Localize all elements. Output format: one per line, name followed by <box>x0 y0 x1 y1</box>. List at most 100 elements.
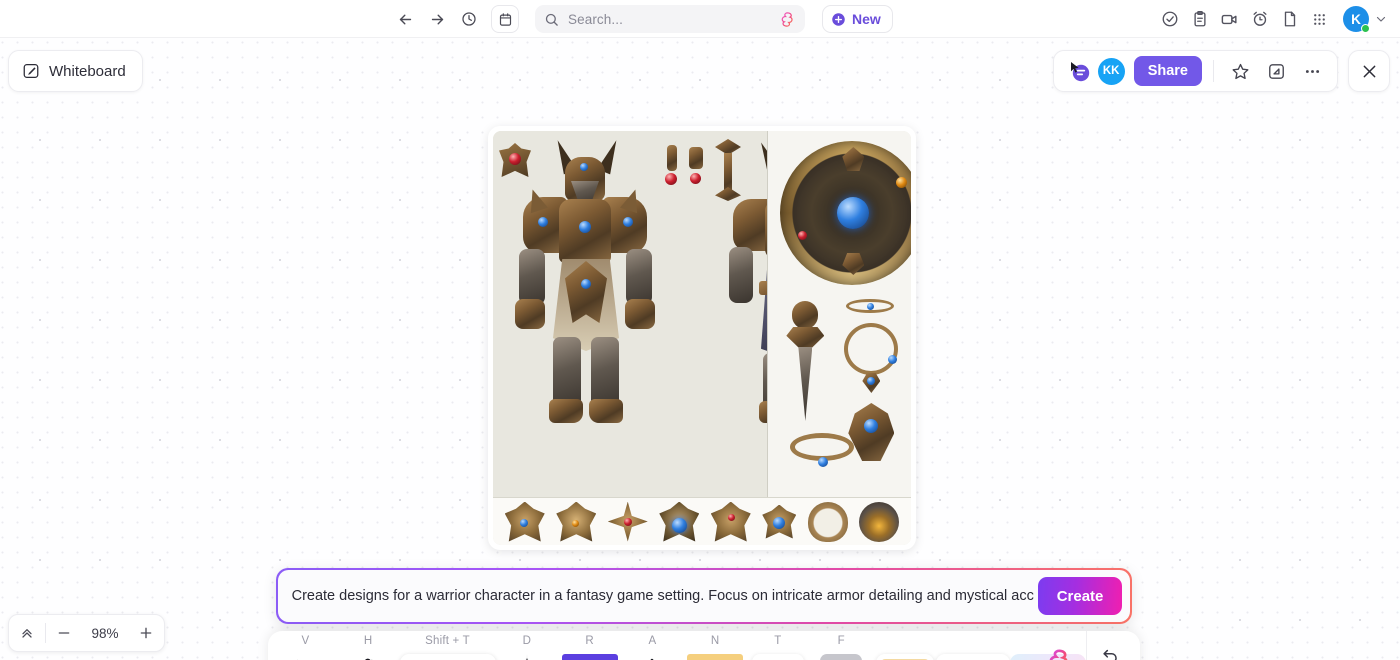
emblem-item <box>710 501 751 542</box>
user-avatar[interactable]: K <box>1343 6 1370 33</box>
emblem-item <box>762 504 797 539</box>
new-button[interactable]: New <box>822 5 893 33</box>
sticky-note-icon <box>687 654 744 660</box>
undo-button[interactable] <box>1096 639 1126 660</box>
check-circle-icon[interactable] <box>1156 6 1183 33</box>
top-bar-center-group: Search... New <box>392 0 893 38</box>
emblem-item <box>556 501 597 542</box>
tool-select-shortcut: V <box>301 635 310 647</box>
arrow-right-icon <box>431 14 443 24</box>
whiteboard-label: Whiteboard <box>49 62 126 80</box>
arrow-up-icon <box>650 658 654 660</box>
tool-arrow[interactable]: A <box>621 631 684 660</box>
tool-image[interactable] <box>873 631 936 660</box>
prompt-input[interactable]: Create designs for a warrior character i… <box>292 588 1038 604</box>
undo-icon <box>1103 649 1117 660</box>
share-button[interactable]: Share <box>1133 56 1202 86</box>
hand-icon <box>365 658 373 660</box>
tool-rectangle[interactable]: R <box>558 631 621 660</box>
zoom-in-button[interactable] <box>128 614 164 652</box>
apps-grid-icon[interactable] <box>1306 6 1333 33</box>
pen-icon <box>511 654 542 660</box>
close-button[interactable] <box>1348 50 1390 92</box>
emblem-item <box>659 501 700 542</box>
calendar-button[interactable] <box>491 5 519 33</box>
tool-hand[interactable]: H <box>337 631 400 660</box>
search-input[interactable]: Search... <box>535 5 805 33</box>
whiteboard-pen-icon <box>23 63 39 79</box>
board-actions-panel: KK Share <box>1052 50 1338 92</box>
calendar-icon <box>499 12 511 26</box>
minus-icon <box>58 632 70 634</box>
expand-button[interactable] <box>1261 56 1291 86</box>
tool-text[interactable]: T T <box>747 631 810 660</box>
tool-ai[interactable]: T <box>1010 631 1086 660</box>
tool-text-shortcut: T <box>774 635 782 647</box>
whiteboard-title-chip[interactable]: Whiteboard <box>8 50 143 92</box>
plus-circle-icon <box>832 12 845 26</box>
more-options-button[interactable] <box>1297 56 1327 86</box>
back-button[interactable] <box>392 6 418 32</box>
image-icon <box>875 654 934 660</box>
expand-icon <box>1268 63 1284 79</box>
zoom-collapse-button[interactable] <box>9 614 45 652</box>
comment-cursor-icon[interactable] <box>1066 58 1092 84</box>
chevrons-up-icon <box>22 629 32 638</box>
armor-figures-panel <box>493 131 769 497</box>
tool-template[interactable] <box>936 631 1010 660</box>
ai-brain-icon[interactable] <box>779 11 796 28</box>
history-button[interactable] <box>456 6 482 32</box>
favorite-star-button[interactable] <box>1225 56 1255 86</box>
emblem-item <box>807 501 848 542</box>
close-icon <box>1363 65 1375 77</box>
zoom-out-button[interactable] <box>46 614 82 652</box>
ai-prompt-bar: Create designs for a warrior character i… <box>276 568 1132 624</box>
shape-icon <box>809 654 873 660</box>
ellipsis-icon <box>1305 69 1319 73</box>
ai-magic-icon: T <box>1010 649 1086 660</box>
browser-top-bar: Search... New K <box>0 0 1400 38</box>
search-icon <box>545 13 558 26</box>
tool-select[interactable]: V <box>274 631 337 660</box>
alarm-clock-icon[interactable] <box>1246 6 1273 33</box>
tool-pen-shortcut: D <box>522 635 532 647</box>
cursor-arrow-icon <box>297 659 299 660</box>
search-placeholder: Search... <box>568 11 623 27</box>
tool-task[interactable]: Shift + T Task <box>399 631 499 660</box>
emblem-strip <box>493 497 911 545</box>
zoom-control: 98% <box>8 614 165 652</box>
clipboard-icon[interactable] <box>1186 6 1213 33</box>
star-icon <box>1232 63 1248 79</box>
tool-task-shortcut: Shift + T <box>425 635 470 647</box>
video-camera-icon[interactable] <box>1216 6 1243 33</box>
props-panel <box>768 131 911 497</box>
document-icon[interactable] <box>1276 6 1303 33</box>
forward-button[interactable] <box>424 6 450 32</box>
tool-note[interactable]: N <box>684 631 747 660</box>
online-status-dot <box>1361 24 1370 33</box>
emblem-item <box>859 501 900 542</box>
undo-redo-group <box>1086 631 1134 660</box>
flowchart-template-icon <box>936 649 1010 660</box>
concept-art-image <box>493 131 911 545</box>
tool-hand-shortcut: H <box>363 635 373 647</box>
zoom-level-value[interactable]: 98% <box>82 626 128 641</box>
tool-pen[interactable]: D <box>496 631 559 660</box>
account-chevron-button[interactable] <box>1372 6 1390 33</box>
generated-image-card[interactable] <box>488 126 916 550</box>
create-button[interactable]: Create <box>1037 577 1123 615</box>
drawing-toolbar: V H Shift + T Task <box>268 631 1140 660</box>
whiteboard-canvas[interactable]: Whiteboard KK Share Create designs for a… <box>0 38 1400 660</box>
chevron-down-icon <box>1376 16 1386 22</box>
plus-icon <box>140 627 152 639</box>
tool-rectangle-shortcut: R <box>585 635 594 647</box>
rectangle-icon <box>561 654 618 660</box>
new-button-label: New <box>852 11 881 27</box>
collaborator-avatar[interactable]: KK <box>1097 57 1125 85</box>
panel-divider <box>1213 60 1214 82</box>
tool-shape[interactable]: F <box>809 631 873 660</box>
tool-shape-shortcut: F <box>837 635 845 647</box>
top-bar-right-group: K <box>1156 0 1390 38</box>
clock-history-icon <box>462 12 476 26</box>
emblem-item <box>504 501 545 542</box>
